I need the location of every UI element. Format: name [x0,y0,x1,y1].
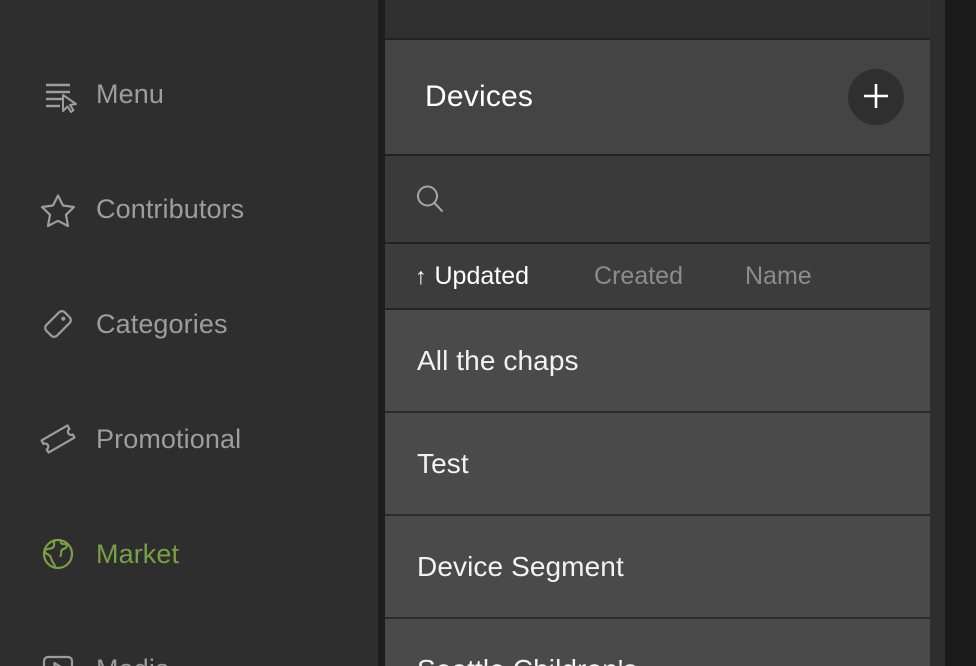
sort-ascending-icon: ↑ [415,262,427,289]
page-title: Devices [425,80,534,113]
star-icon [30,189,86,229]
table-row[interactable]: All the chaps [385,310,930,413]
devices-panel-header: Devices [385,38,930,156]
sort-tab-name[interactable]: Name [745,262,812,291]
sidebar-item-label: Contributors [96,193,245,224]
tag-icon [30,304,86,344]
sort-tab-created[interactable]: Created [594,262,683,291]
search-input[interactable] [461,184,910,214]
device-name: Test [417,447,469,479]
table-row[interactable]: Device Segment [385,516,930,619]
sidebar-item-categories[interactable]: Categories [0,295,378,353]
sort-tabs: ↑ Updated Created Name [385,244,930,310]
video-icon [30,649,86,666]
devices-panel: Devices ↑ Updated Created Name All the c… [385,0,930,666]
sidebar-item-media[interactable]: Media [0,640,378,666]
ticket-icon [30,419,86,459]
device-list: All the chaps Test Device Segment Seattl… [385,310,930,666]
sidebar-item-contributors[interactable]: Contributors [0,180,378,238]
device-name: Device Segment [417,550,624,582]
table-row[interactable]: Test [385,413,930,516]
sidebar-item-menu[interactable]: Menu [0,65,378,123]
app-window: Menu Contributors Categories Promotional… [0,0,976,666]
sidebar-item-promotional[interactable]: Promotional [0,410,378,468]
sidebar-item-market[interactable]: Market [0,525,378,583]
sidebar-item-label: Media [96,654,170,666]
sidebar-item-label: Menu [96,78,164,109]
sidebar-panel-divider [378,0,385,666]
add-device-button[interactable] [848,69,904,125]
search-bar[interactable] [385,156,930,244]
search-icon [413,182,447,216]
sidebar-item-label: Promotional [96,423,242,454]
sidebar-item-label: Market [96,538,180,569]
sort-tab-label: Updated [434,261,530,290]
sort-tab-label: Created [594,261,683,290]
panel-top-strip [385,0,930,36]
outer-background [945,0,976,666]
sort-tab-label: Name [744,261,812,290]
vertical-scrollbar[interactable] [930,0,945,666]
sidebar: Menu Contributors Categories Promotional… [0,0,378,666]
table-row[interactable]: Seattle Children's [385,619,930,666]
plus-icon [859,79,893,116]
device-name: All the chaps [417,344,579,376]
globe-icon [30,534,86,574]
menu-cursor-icon [30,74,86,114]
sidebar-item-label: Categories [96,308,228,339]
sort-tab-updated[interactable]: ↑ Updated [415,262,529,291]
device-name: Seattle Children's [417,654,637,666]
